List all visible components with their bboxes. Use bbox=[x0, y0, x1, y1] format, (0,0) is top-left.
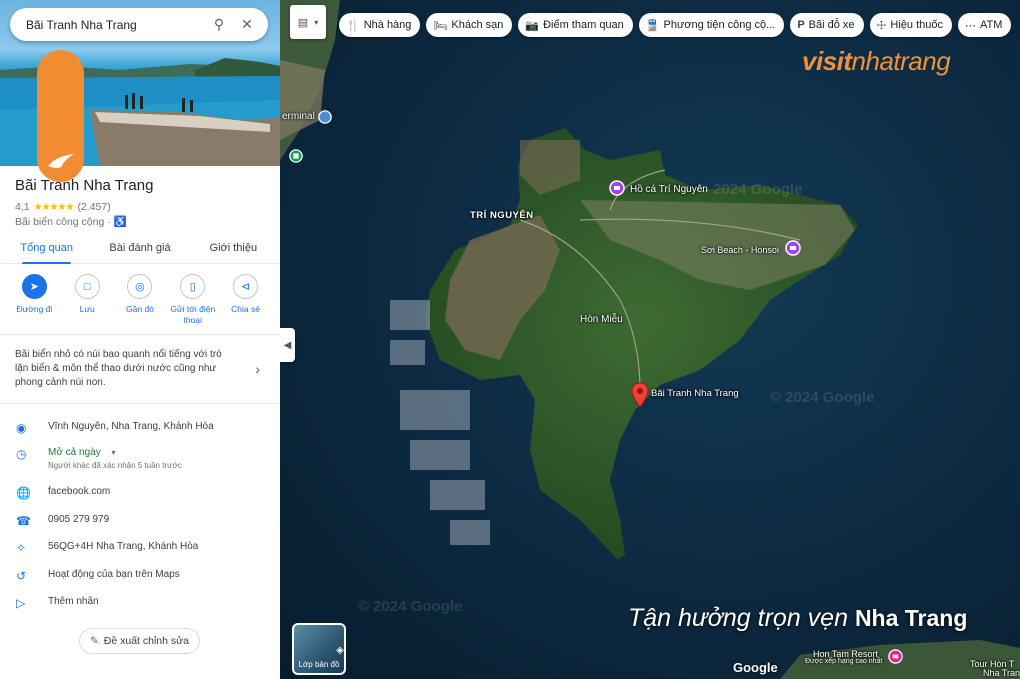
terminal-label: erminal bbox=[282, 111, 315, 122]
chevron-left-icon: ◀ bbox=[283, 339, 292, 351]
satellite-terrain bbox=[280, 0, 1020, 679]
hon-mieu-label: Hòn Miễu bbox=[580, 314, 623, 325]
history-icon: ↺ bbox=[16, 569, 27, 583]
share-button[interactable]: ⊲ Chia sẻ bbox=[221, 274, 271, 326]
open-status: Mở cả ngày bbox=[48, 447, 101, 458]
send-to-phone-button[interactable]: ▯ Gửi tới điện thoại bbox=[168, 274, 218, 326]
restaurant-icon: 🍴 bbox=[346, 19, 360, 32]
tab-about[interactable]: Giới thiệu bbox=[187, 232, 280, 263]
place-tabs: Tổng quan Bài đánh giá Giới thiệu bbox=[0, 232, 280, 264]
hon-tam-sub-label: Được xếp hạng cao nhất bbox=[805, 658, 883, 665]
accessible-icon[interactable]: ♿ bbox=[114, 216, 127, 228]
brand-badge bbox=[37, 50, 84, 182]
chip-pharmacy[interactable]: ☩ Hiệu thuốc bbox=[869, 13, 952, 37]
hotel-icon: 🛏 bbox=[433, 19, 448, 32]
search-icon[interactable]: ⚲ bbox=[208, 16, 230, 33]
chevron-down-icon: ▾ bbox=[314, 17, 319, 27]
slogan-text: Tận hưởng trọn vẹn Nha Trang bbox=[628, 604, 968, 632]
review-count[interactable]: (2.457) bbox=[77, 201, 110, 213]
ho-ca-label[interactable]: Hồ cá Trí Nguyên bbox=[630, 184, 708, 195]
place-description: Bãi biển nhỏ có núi bao quanh nổi tiếng … bbox=[15, 349, 222, 388]
map-watermark: © 2024 Google bbox=[698, 181, 803, 198]
search-box[interactable]: ⚲ ✕ bbox=[10, 8, 268, 41]
location-pin-icon: ◉ bbox=[16, 421, 27, 435]
phone-icon: ☎ bbox=[16, 514, 31, 528]
transit-icon: 🚆 bbox=[645, 19, 660, 32]
map-layer-toggle-button[interactable]: ▤ ▾ bbox=[290, 5, 326, 39]
add-label-row[interactable]: ▷ Thêm nhãn bbox=[0, 596, 280, 610]
map-layers-button[interactable]: ◈ Lớp bản đồ bbox=[292, 623, 346, 675]
map-watermark: © 2024 Google bbox=[770, 389, 875, 406]
sea-beach-pin-icon[interactable] bbox=[785, 240, 801, 256]
chip-restaurant[interactable]: 🍴 Nhà hàng bbox=[339, 13, 421, 37]
description-block[interactable]: Bãi biển nhỏ có núi bao quanh nổi tiếng … bbox=[0, 334, 280, 404]
save-button[interactable]: □ Lưu bbox=[62, 274, 112, 326]
tour-label-2: Nha Tran bbox=[983, 668, 1020, 678]
chip-atm[interactable]: ⋯ ATM bbox=[958, 13, 1012, 37]
phone-row[interactable]: ☎ 0905 279 979 bbox=[0, 514, 280, 528]
bai-tranh-label[interactable]: Bãi Tranh Nha Trang bbox=[651, 388, 739, 399]
action-buttons: ➤ Đường đi □ Lưu ◎ Gần đó ▯ Gửi tới điện… bbox=[0, 274, 280, 326]
terminal-pin-icon[interactable] bbox=[318, 110, 332, 124]
close-icon[interactable]: ✕ bbox=[236, 16, 258, 33]
building-icon: ▤ bbox=[297, 16, 309, 29]
website-row[interactable]: 🌐 facebook.com bbox=[0, 486, 280, 500]
plus-code-row[interactable]: ✧ 56QG+4H Nha Trang, Khánh Hòa bbox=[0, 541, 280, 555]
camera-icon: 📷 bbox=[525, 19, 540, 32]
bookmark-icon: □ bbox=[74, 274, 100, 299]
google-logo: Google bbox=[733, 660, 778, 675]
plus-code-icon: ✧ bbox=[16, 541, 27, 555]
rating-row[interactable]: 4,1 ★★★★★ (2.457) bbox=[15, 201, 111, 213]
sea-beach-label[interactable]: Sơi Beach - Honsoi bbox=[701, 245, 779, 255]
pencil-icon: ✎ bbox=[89, 635, 99, 647]
place-title: Bãi Tranh Nha Trang bbox=[15, 177, 154, 194]
search-input[interactable] bbox=[26, 17, 202, 32]
tri-nguyen-label: TRÍ NGUYÊN bbox=[470, 210, 534, 221]
chip-parking[interactable]: P Bãi đỗ xe bbox=[790, 13, 864, 37]
nearby-icon: ◎ bbox=[127, 274, 153, 299]
map-watermark: © 2024 Google bbox=[358, 598, 463, 615]
ho-ca-pin-icon[interactable] bbox=[609, 180, 625, 196]
label-icon: ▷ bbox=[16, 596, 26, 610]
place-details-panel: ⚲ ✕ Bãi Tranh Nha Trang 4,1 ★★★★★ (2.457… bbox=[0, 0, 280, 679]
brand-logo: visitnhatrang bbox=[802, 46, 951, 76]
directions-button[interactable]: ➤ Đường đi bbox=[9, 274, 59, 326]
hours-row[interactable]: ◷ Mở cả ngày ▾ Người khác đã xác nhận 5 … bbox=[0, 447, 280, 470]
map-canvas[interactable]: erminal Hồ cá Trí Nguyên TRÍ NGUYÊN Sơi … bbox=[280, 0, 1020, 679]
parking-icon: P bbox=[797, 19, 805, 31]
category-chips: 🍴 Nhà hàng 🛏 Khách sạn 📷 Điểm tham quan 🚆 Ph… bbox=[339, 13, 1012, 37]
suggest-edit-button[interactable]: ✎ Đề xuất chỉnh sửa bbox=[79, 628, 200, 654]
nearby-button[interactable]: ◎ Gần đó bbox=[115, 274, 165, 326]
address-row[interactable]: ◉ Vĩnh Nguyên, Nha Trang, Khánh Hòa bbox=[0, 421, 280, 435]
map-layers-label: Lớp bản đồ bbox=[298, 660, 340, 669]
bird-logo-icon bbox=[47, 154, 74, 168]
activity-row[interactable]: ↺ Hoạt động của bạn trên Maps bbox=[0, 569, 280, 583]
star-rating-icon: ★★★★★ bbox=[33, 201, 75, 213]
atm-icon: ⋯ bbox=[965, 19, 976, 32]
rating-value: 4,1 bbox=[15, 201, 30, 213]
collapse-panel-button[interactable]: ◀ bbox=[280, 328, 295, 362]
chevron-down-icon[interactable]: ▾ bbox=[111, 448, 115, 457]
globe-icon: 🌐 bbox=[16, 486, 31, 500]
tab-reviews[interactable]: Bài đánh giá bbox=[93, 232, 186, 263]
chevron-right-icon: › bbox=[255, 361, 260, 377]
clock-icon: ◷ bbox=[16, 447, 27, 461]
selected-location-pin-icon[interactable] bbox=[631, 382, 649, 408]
chip-transit[interactable]: 🚆 Phương tiện công cộ... bbox=[638, 13, 785, 37]
hon-tam-pin-icon[interactable] bbox=[888, 649, 903, 664]
place-category: Bãi biển công cộng · ♿ bbox=[15, 216, 127, 228]
pharmacy-icon: ☩ bbox=[876, 19, 887, 32]
share-icon: ⊲ bbox=[233, 274, 259, 299]
directions-icon: ➤ bbox=[21, 274, 47, 299]
transit-pin-icon[interactable] bbox=[289, 149, 303, 163]
send-to-phone-icon: ▯ bbox=[180, 274, 206, 299]
tab-overview[interactable]: Tổng quan bbox=[0, 232, 93, 264]
chip-attractions[interactable]: 📷 Điểm tham quan bbox=[518, 13, 633, 37]
chip-hotel[interactable]: 🛏 Khách sạn bbox=[426, 13, 513, 37]
hours-note: Người khác đã xác nhận 5 tuần trước bbox=[48, 461, 182, 470]
